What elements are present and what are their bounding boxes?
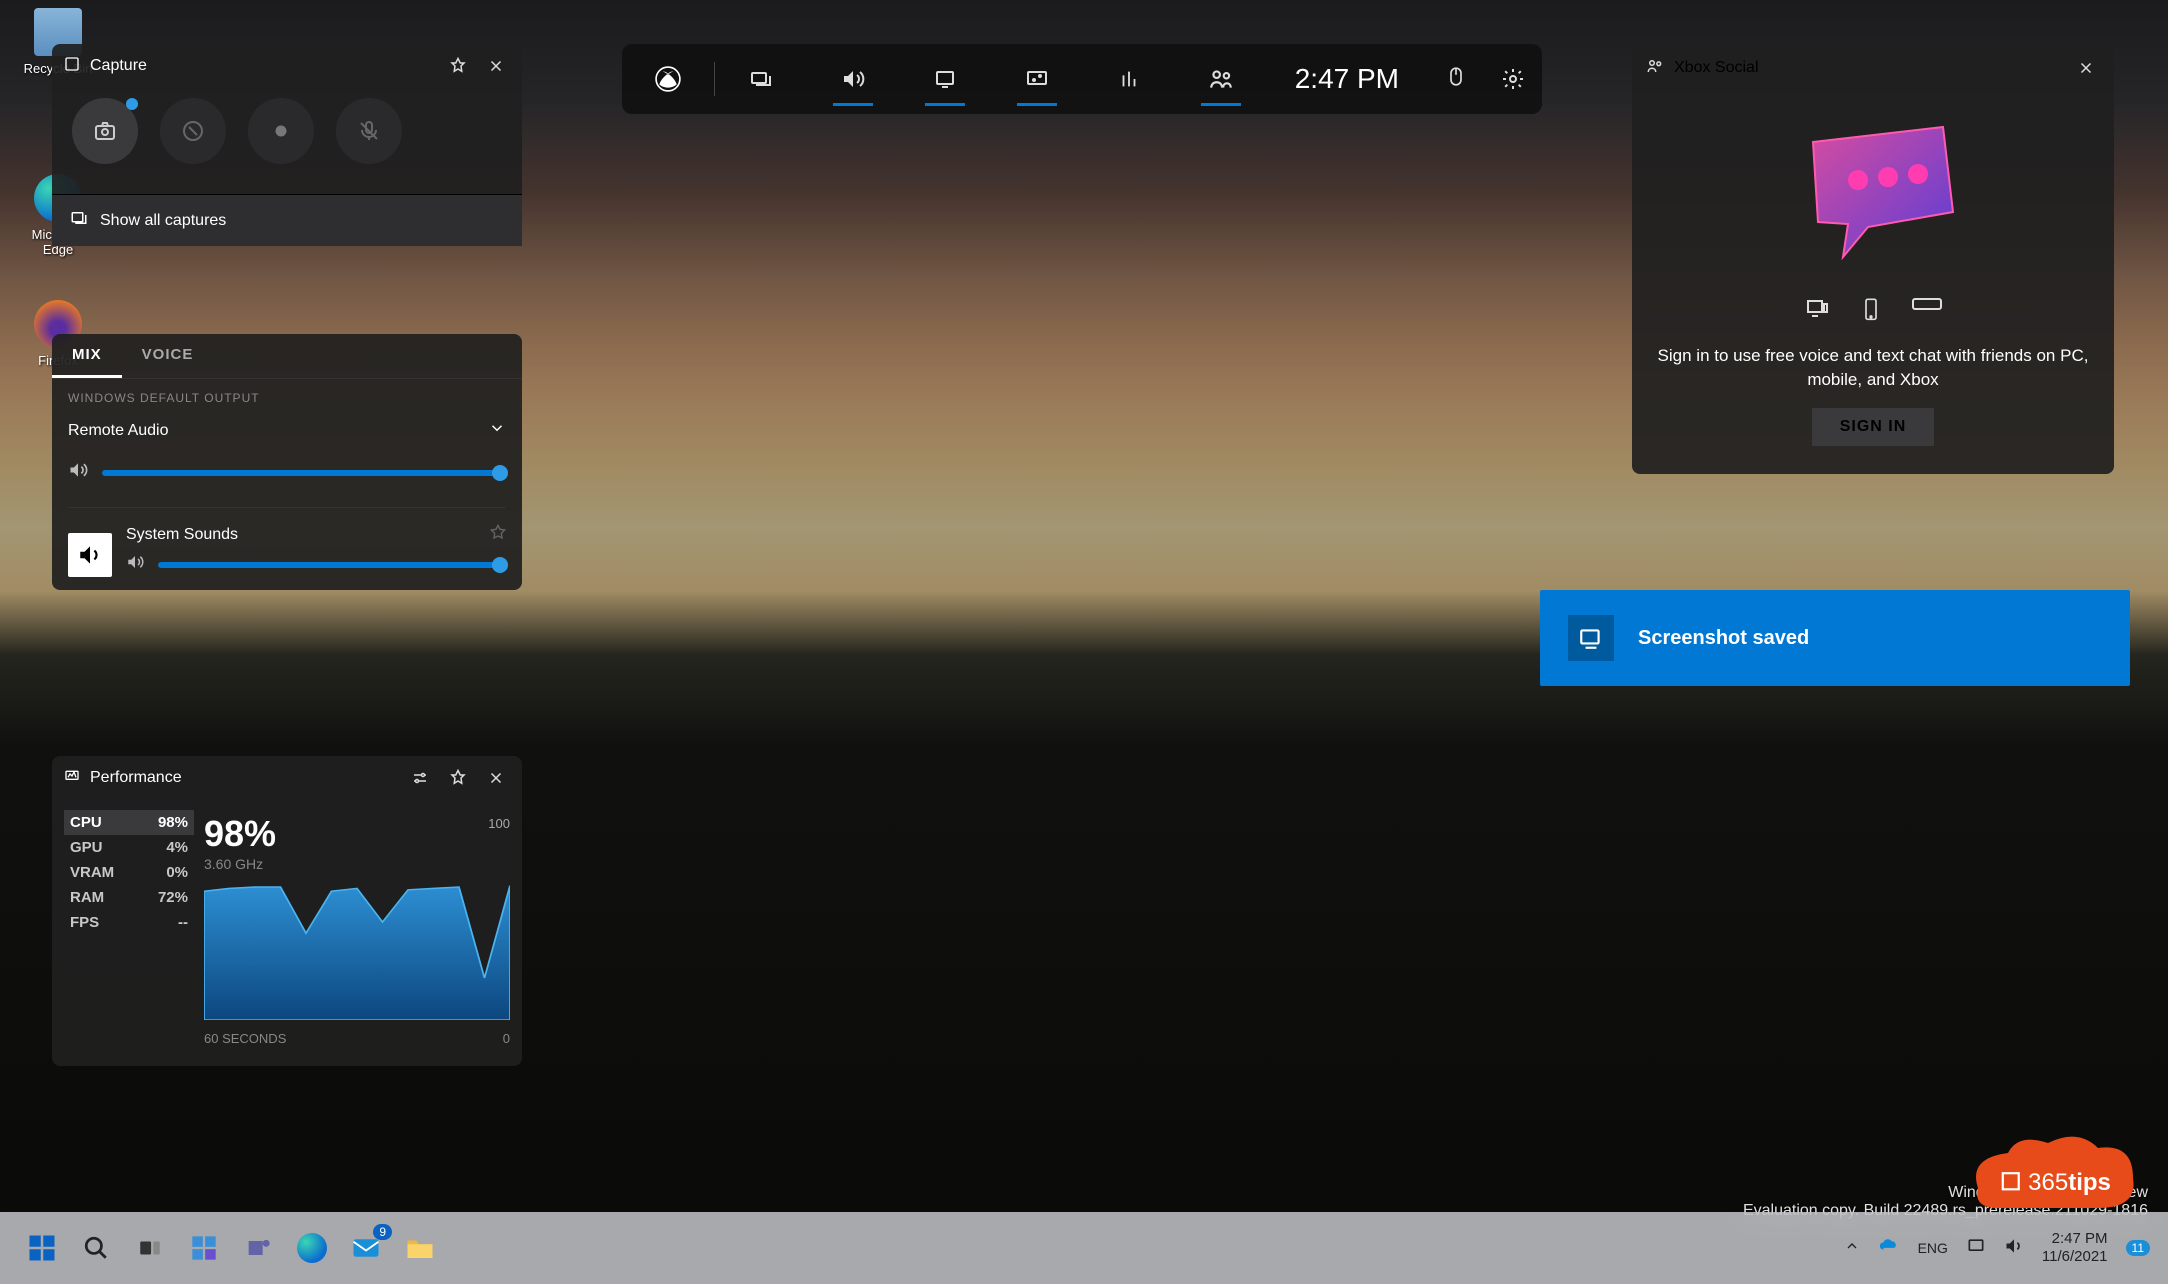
- perf-xlabel: 60 SECONDS: [204, 1031, 286, 1046]
- perf-sub-value: 3.60 GHz: [204, 856, 276, 872]
- perf-stat-fps[interactable]: FPS--: [64, 910, 194, 935]
- edge-button[interactable]: [288, 1224, 336, 1272]
- audio-button[interactable]: [807, 44, 899, 114]
- pin-button[interactable]: [444, 52, 472, 80]
- xbox-social-panel: Xbox Social Sign in to u: [1632, 44, 2114, 474]
- capture-title: Capture: [90, 57, 434, 75]
- notification-badge[interactable]: 11: [2126, 1240, 2150, 1256]
- divider: [68, 507, 506, 508]
- taskbar: 9 ENG 2:47 PM 11/6/2021 11: [0, 1212, 2168, 1284]
- star-icon[interactable]: [490, 524, 506, 545]
- performance-panel: Performance CPU98% GPU4% VRAM0% RAM72% F…: [52, 756, 522, 1066]
- social-title: Xbox Social: [1674, 59, 1759, 77]
- perf-chart: [204, 880, 510, 1020]
- speaker-icon: [126, 553, 144, 576]
- settings-button[interactable]: [1485, 44, 1542, 114]
- tray-chevron-icon[interactable]: [1844, 1238, 1860, 1258]
- topbar-time: 2:47 PM: [1267, 63, 1427, 95]
- social-headline: Sign in to use free voice and text chat …: [1656, 344, 2090, 392]
- tab-mix[interactable]: MIX: [52, 334, 122, 378]
- speaker-icon: [68, 460, 88, 485]
- capture-panel: Capture Show all captures: [52, 44, 522, 246]
- settings-button[interactable]: [406, 764, 434, 792]
- language-indicator[interactable]: ENG: [1918, 1240, 1948, 1256]
- mobile-icon: [1861, 297, 1881, 330]
- people-icon: [1646, 57, 1664, 80]
- performance-button[interactable]: [991, 44, 1083, 114]
- screenshot-button[interactable]: [72, 98, 138, 164]
- output-device-label: Remote Audio: [68, 422, 169, 440]
- mic-toggle-button[interactable]: [336, 98, 402, 164]
- perf-stat-vram[interactable]: VRAM0%: [64, 860, 194, 885]
- perf-stat-ram[interactable]: RAM72%: [64, 885, 194, 910]
- perf-ymax: 100: [488, 816, 510, 831]
- svg-text:☐ 365tips: ☐ 365tips: [2000, 1169, 2111, 1196]
- close-button[interactable]: [2072, 54, 2100, 82]
- social-illustration: [1656, 112, 2090, 277]
- capture-button[interactable]: [899, 44, 991, 114]
- record-last-button[interactable]: [160, 98, 226, 164]
- taskview-button[interactable]: [126, 1224, 174, 1272]
- volume-icon[interactable]: [2004, 1236, 2024, 1260]
- gallery-icon: [70, 209, 88, 232]
- chevron-down-icon: [488, 419, 506, 442]
- pc-icon: [1803, 297, 1831, 330]
- taskbar-clock[interactable]: 2:47 PM 11/6/2021: [2042, 1230, 2108, 1266]
- explorer-button[interactable]: [396, 1224, 444, 1272]
- system-sounds-icon: [68, 533, 112, 577]
- xbox-button[interactable]: [622, 44, 714, 114]
- widgets-button[interactable]: [715, 44, 807, 114]
- onedrive-icon[interactable]: [1878, 1238, 1900, 1258]
- tab-voice[interactable]: VOICE: [122, 334, 214, 378]
- perf-stat-gpu[interactable]: GPU4%: [64, 835, 194, 860]
- show-all-captures-label: Show all captures: [100, 212, 226, 230]
- start-button[interactable]: [18, 1224, 66, 1272]
- screenshot-toast[interactable]: Screenshot saved: [1540, 590, 2130, 686]
- search-button[interactable]: [72, 1224, 120, 1272]
- console-icon: [1911, 297, 1943, 330]
- toast-text: Screenshot saved: [1638, 627, 1809, 650]
- widgets-button[interactable]: [180, 1224, 228, 1272]
- signin-button[interactable]: SIGN IN: [1812, 408, 1935, 446]
- link-icon[interactable]: [1966, 1236, 1986, 1260]
- perf-big-value: 98%: [204, 816, 276, 852]
- perf-stat-cpu[interactable]: CPU98%: [64, 810, 194, 835]
- record-button[interactable]: [248, 98, 314, 164]
- output-volume-slider[interactable]: [102, 470, 506, 476]
- performance-icon: [64, 768, 80, 789]
- gamebar-topbar: 2:47 PM: [622, 44, 1542, 114]
- system-sounds-label: System Sounds: [126, 526, 238, 544]
- performance-title: Performance: [90, 769, 396, 787]
- capture-icon: [64, 56, 80, 77]
- screenshot-icon: [1568, 615, 1614, 661]
- perf-stat-list: CPU98% GPU4% VRAM0% RAM72% FPS--: [64, 810, 194, 1046]
- close-button[interactable]: [482, 764, 510, 792]
- pin-button[interactable]: [444, 764, 472, 792]
- mail-button[interactable]: 9: [342, 1224, 390, 1272]
- social-button[interactable]: [1175, 44, 1267, 114]
- mouse-button[interactable]: [1427, 44, 1484, 114]
- system-sounds-slider[interactable]: [158, 562, 506, 568]
- audio-section-label: WINDOWS DEFAULT OUTPUT: [52, 379, 522, 411]
- perf-ymin: 0: [503, 1031, 510, 1046]
- audio-panel: MIX VOICE WINDOWS DEFAULT OUTPUT Remote …: [52, 334, 522, 590]
- mail-badge: 9: [373, 1224, 392, 1240]
- output-device-select[interactable]: Remote Audio: [52, 411, 522, 450]
- teams-button[interactable]: [234, 1224, 282, 1272]
- resources-button[interactable]: [1083, 44, 1175, 114]
- close-button[interactable]: [482, 52, 510, 80]
- show-all-captures-button[interactable]: Show all captures: [52, 194, 522, 246]
